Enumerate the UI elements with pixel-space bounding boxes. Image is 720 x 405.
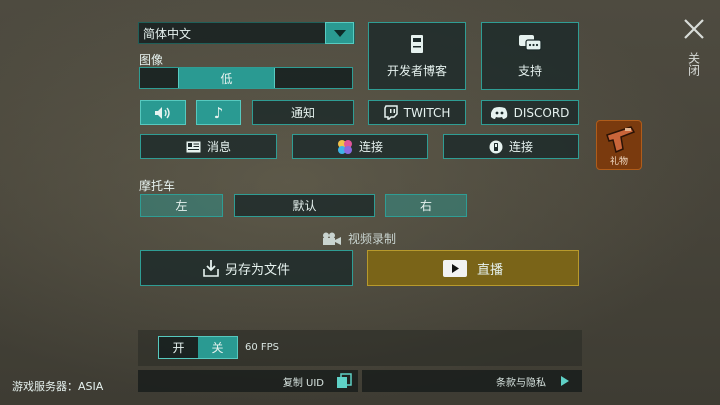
discord-icon <box>490 106 508 119</box>
developer-blog-label: 开发者博客 <box>386 63 447 78</box>
fps-off-option[interactable]: 关 <box>198 337 237 358</box>
play-arrow-icon <box>561 376 569 386</box>
live-stream-button[interactable]: 直播 <box>367 250 579 286</box>
copy-uid-label: 复制 UID <box>282 377 324 389</box>
gift-label: 礼物 <box>609 157 628 167</box>
server-label: 游戏服务器：ASIA <box>12 380 104 393</box>
fps-on-option[interactable]: 开 <box>159 337 198 358</box>
video-recording-header: 视频录制 <box>322 230 396 247</box>
motorcycle-left-button[interactable]: 左 <box>140 194 223 217</box>
copy-uid-button[interactable]: 复制 UID <box>138 370 358 392</box>
twitch-label: TWITCH <box>403 105 451 120</box>
device-icon <box>489 140 503 154</box>
video-recording-label: 视频录制 <box>348 232 397 246</box>
support-label: 支持 <box>517 63 542 78</box>
motorcycle-label: 摩托车 <box>139 179 176 193</box>
speaker-icon <box>155 106 170 119</box>
twitch-button[interactable]: TWITCH <box>368 100 466 125</box>
newspaper-icon <box>186 141 201 153</box>
quality-option-1[interactable] <box>140 68 178 88</box>
motorcycle-left-label: 左 <box>175 199 188 213</box>
support-button[interactable]: 支持 <box>481 22 579 90</box>
chevron-down-icon[interactable] <box>325 22 354 44</box>
device-connect-button[interactable]: 连接 <box>443 134 579 159</box>
chat-icon <box>519 34 542 51</box>
music-note-icon: ♪ <box>213 103 224 122</box>
language-value: 简体中文 <box>143 26 192 41</box>
close-label: 关闭 <box>686 52 701 76</box>
quality-option-3[interactable] <box>275 68 352 88</box>
news-label: 消息 <box>206 140 231 154</box>
quality-option-low[interactable]: 低 <box>178 68 275 88</box>
terms-privacy-button[interactable]: 条款与隐私 <box>362 370 582 392</box>
notification-button[interactable]: 通知 <box>252 100 354 125</box>
motorcycle-default-button[interactable]: 默认 <box>234 194 375 217</box>
game-center-connect-button[interactable]: 连接 <box>292 134 428 159</box>
camera-icon <box>323 232 341 245</box>
motorcycle-right-button[interactable]: 右 <box>385 194 467 217</box>
close-button[interactable]: 关闭 <box>681 18 707 88</box>
graphics-quality-selector[interactable]: 低 <box>139 67 353 89</box>
graphics-label: 图像 <box>139 53 164 67</box>
notification-label: 通知 <box>290 106 315 120</box>
developer-blog-button[interactable]: 开发者博客 <box>368 22 466 90</box>
download-icon <box>203 259 219 277</box>
motorcycle-default-label: 默认 <box>292 199 317 213</box>
save-as-file-button[interactable]: 另存为文件 <box>140 250 353 286</box>
terms-label: 条款与隐私 <box>496 377 546 389</box>
fps-value: 60 FPS <box>245 342 280 353</box>
sound-toggle[interactable] <box>140 100 186 125</box>
music-toggle[interactable]: ♪ <box>196 100 241 125</box>
gift-button[interactable]: 礼物 <box>596 120 642 170</box>
close-icon <box>684 19 704 39</box>
live-label: 直播 <box>476 262 503 278</box>
language-select[interactable]: 简体中文 <box>138 22 355 44</box>
news-button[interactable]: 消息 <box>140 134 277 159</box>
connect-label-1: 连接 <box>358 140 383 154</box>
connect-label-2: 连接 <box>508 140 533 154</box>
motorcycle-right-label: 右 <box>419 199 432 213</box>
fps-toggle[interactable]: 开 关 <box>158 336 238 359</box>
discord-label: DISCORD <box>513 105 570 120</box>
copy-icon <box>337 373 352 388</box>
gun-icon <box>606 126 636 154</box>
save-as-file-label: 另存为文件 <box>224 262 290 278</box>
game-center-icon <box>337 139 353 155</box>
twitch-icon <box>383 105 398 120</box>
play-icon <box>442 259 467 277</box>
phone-icon <box>411 34 423 53</box>
discord-button[interactable]: DISCORD <box>481 100 579 125</box>
